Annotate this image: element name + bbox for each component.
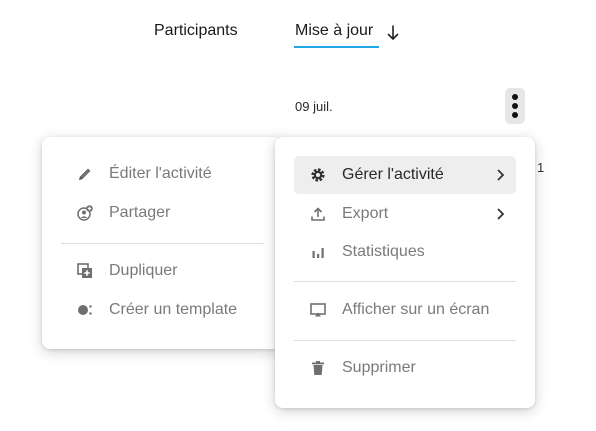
- bar-chart-icon: [312, 248, 324, 258]
- dot-icon: [512, 112, 518, 118]
- chevron-right-icon: [497, 208, 505, 220]
- menu-item-create-template[interactable]: Créer un template: [42, 291, 282, 329]
- active-tab-underline: [294, 46, 379, 48]
- tab-participants[interactable]: Participants: [154, 22, 238, 40]
- menu-divider: [61, 243, 264, 244]
- menu-item-label: Export: [342, 205, 389, 222]
- menu-item-label: Partager: [109, 204, 171, 221]
- menu-item-display-on-screen[interactable]: Afficher sur un écran: [275, 291, 535, 329]
- template-icon: [78, 305, 92, 315]
- dot-icon: [512, 103, 518, 109]
- dot-icon: [512, 94, 518, 100]
- menu-item-label: Dupliquer: [109, 262, 178, 279]
- menu-item-export[interactable]: Export: [275, 195, 535, 233]
- chevron-right-icon: [497, 169, 505, 181]
- menu-item-statistics[interactable]: Statistiques: [275, 233, 535, 271]
- menu-divider: [294, 340, 516, 341]
- share-user-icon: [77, 205, 93, 221]
- duplicate-icon: [77, 263, 92, 278]
- menu-item-label: Afficher sur un écran: [342, 301, 490, 318]
- menu-item-label: Éditer l'activité: [109, 165, 212, 182]
- upload-icon: [311, 207, 325, 221]
- menu-divider: [294, 281, 516, 282]
- menu-item-label: Statistiques: [342, 243, 425, 260]
- menu-item-label: Créer un template: [109, 301, 238, 318]
- menu-item-label: Gérer l'activité: [342, 166, 444, 183]
- menu-item-label: Supprimer: [342, 359, 416, 376]
- screen-cast-icon: [310, 303, 326, 317]
- trash-icon: [312, 361, 324, 375]
- manage-submenu: Gérer l'activité Export Statistiques Aff…: [275, 137, 535, 408]
- row-date: 09 juil.: [295, 99, 333, 114]
- gear-icon: [311, 168, 325, 182]
- arrow-down-icon[interactable]: [386, 24, 400, 42]
- menu-item-edit[interactable]: Éditer l'activité: [42, 155, 282, 193]
- more-options-button[interactable]: [505, 88, 525, 124]
- menu-item-share[interactable]: Partager: [42, 194, 282, 232]
- tab-mise-a-jour[interactable]: Mise à jour: [295, 22, 373, 40]
- pencil-icon: [79, 168, 91, 180]
- activity-actions-menu: Éditer l'activité Partager Dupliquer Cré…: [42, 137, 282, 349]
- row-partial-text: 1: [537, 160, 545, 175]
- menu-item-duplicate[interactable]: Dupliquer: [42, 252, 282, 290]
- menu-item-delete[interactable]: Supprimer: [275, 349, 535, 387]
- menu-item-manage-activity[interactable]: Gérer l'activité: [275, 156, 535, 194]
